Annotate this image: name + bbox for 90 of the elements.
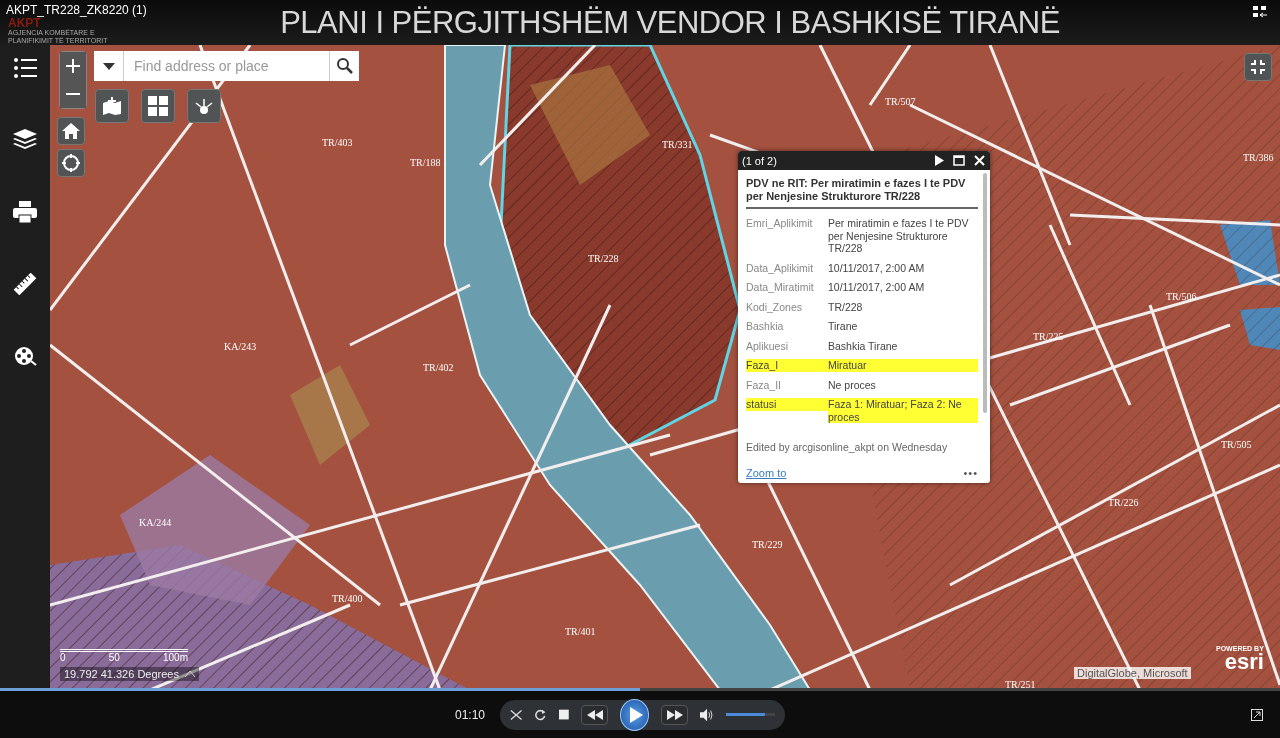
- caret-icon[interactable]: [185, 671, 195, 677]
- progress-track[interactable]: [0, 688, 1280, 691]
- field-value: TR/228: [828, 300, 864, 313]
- zone-label: TR/401: [565, 626, 596, 637]
- forward-button[interactable]: [661, 704, 689, 725]
- more-menu[interactable]: •••: [963, 467, 978, 479]
- zone-label: KA/244: [139, 517, 172, 528]
- rewind-icon: [585, 709, 604, 720]
- field-value: 10/11/2017, 2:00 AM: [828, 261, 926, 274]
- volume-slider[interactable]: [726, 713, 775, 716]
- zone-label: TR/229: [752, 539, 783, 550]
- field-value: Bashkia Tirane: [828, 339, 899, 352]
- volume-icon[interactable]: [700, 707, 715, 722]
- logo-text: AKPT: [8, 18, 41, 29]
- field-label: statusi: [746, 398, 828, 411]
- film-reel-icon[interactable]: [13, 345, 37, 367]
- esri-logo: esri: [1224, 652, 1264, 672]
- grid-icon: [148, 96, 168, 116]
- zone-label: TR/505: [1221, 439, 1252, 450]
- field-label: Faza_II: [746, 378, 783, 391]
- map-plus-icon: [102, 97, 122, 115]
- shuffle-icon[interactable]: [510, 707, 523, 722]
- rewind-button[interactable]: [581, 704, 609, 725]
- zone-label: TR/507: [885, 96, 916, 107]
- field-value: Faza 1: Miratuar; Faza 2: Ne proces: [828, 398, 978, 423]
- zoom-to-link[interactable]: Zoom to: [746, 467, 787, 479]
- next-icon[interactable]: [934, 155, 944, 166]
- coordinate-text: 19.792 41.326 Degrees: [64, 668, 179, 680]
- field-value: Ne proces: [828, 378, 877, 391]
- scale-label: 50: [108, 652, 120, 663]
- locate-button[interactable]: [57, 149, 85, 177]
- field-label: Faza_I: [746, 359, 828, 372]
- add-data-button[interactable]: [95, 89, 129, 123]
- home-button[interactable]: [57, 117, 85, 145]
- search-button[interactable]: [329, 51, 359, 81]
- caret-icon: [102, 62, 115, 70]
- zone-label: TR/188: [410, 157, 441, 168]
- field-label: Kodi_Zones: [746, 300, 804, 313]
- list-icon[interactable]: [13, 57, 37, 79]
- play-icon: [629, 706, 644, 723]
- edit-info-text: Edited by arcgisonline_akpt on Wednesday: [746, 441, 949, 453]
- video-title: AKPT_TR228_ZK8220 (1): [6, 3, 147, 17]
- zone-label: TR/251: [1005, 679, 1036, 688]
- zone-label: TR/386: [1243, 152, 1274, 163]
- print-icon[interactable]: [13, 201, 37, 223]
- zone-label: TR/402: [423, 362, 454, 373]
- popup-title: PDV ne RIT: Per miratimin e fazes I te PDV per Nenjesine Strukturore TR/228: [746, 177, 978, 209]
- expand-icon[interactable]: [1251, 708, 1263, 721]
- field-value: Tirane: [828, 320, 859, 333]
- scale-label: 0: [60, 652, 66, 663]
- field-value: Miratuar: [828, 359, 978, 372]
- maximize-icon[interactable]: [953, 155, 965, 166]
- field-value: Per miratimin e fazes I te PDV per Nenjesine Strukturore TR/228: [828, 217, 970, 255]
- zone-label: TR/400: [332, 593, 363, 604]
- field-label: Data_Miratimit: [746, 281, 815, 294]
- scrollbar[interactable]: [983, 173, 987, 413]
- field-label: Data_Aplikimit: [746, 261, 815, 274]
- plus-icon: [66, 59, 80, 73]
- search-field[interactable]: Find address or place: [124, 51, 329, 81]
- scale-label: 100m: [162, 652, 188, 663]
- zone-label: TR/403: [322, 137, 353, 148]
- share-icon: [194, 97, 214, 115]
- crosshair-icon: [62, 154, 80, 172]
- field-label: Aplikuesi: [746, 339, 790, 352]
- popup-counter: (1 of 2): [742, 154, 777, 167]
- zone-label: KA/243: [224, 341, 257, 352]
- page-title: PLANI I PËRGJITHSHËM VENDOR I BASHKISË TIRANË: [280, 4, 1060, 41]
- search-source-dropdown[interactable]: [94, 51, 124, 81]
- zone-label: TR/506: [1166, 291, 1197, 302]
- basemap-button[interactable]: [141, 89, 175, 123]
- zone-label: TR/226: [1108, 497, 1139, 508]
- attribution-text: DigitalGlobe, Microsoft: [1074, 667, 1191, 679]
- share-button[interactable]: [187, 89, 221, 123]
- collapse-icon[interactable]: [1252, 5, 1268, 19]
- elapsed-time: 01:10: [455, 707, 486, 722]
- collapse-icon: [1250, 59, 1266, 75]
- field-label: Bashkia: [746, 320, 785, 333]
- close-icon[interactable]: [974, 155, 985, 166]
- layers-icon[interactable]: [13, 129, 37, 151]
- field-label: Emri_Aplikimit: [746, 217, 814, 231]
- play-button[interactable]: [620, 698, 650, 731]
- zone-label: TR/331: [662, 139, 693, 150]
- stop-icon[interactable]: [558, 708, 570, 721]
- search-icon: [336, 58, 353, 74]
- home-icon: [62, 123, 80, 139]
- field-value: 10/11/2017, 2:00 AM: [828, 281, 926, 294]
- repeat-icon[interactable]: [534, 707, 547, 722]
- fast-forward-icon: [665, 709, 684, 720]
- zone-label: TR/228: [588, 253, 619, 264]
- fullscreen-button[interactable]: [1244, 53, 1272, 81]
